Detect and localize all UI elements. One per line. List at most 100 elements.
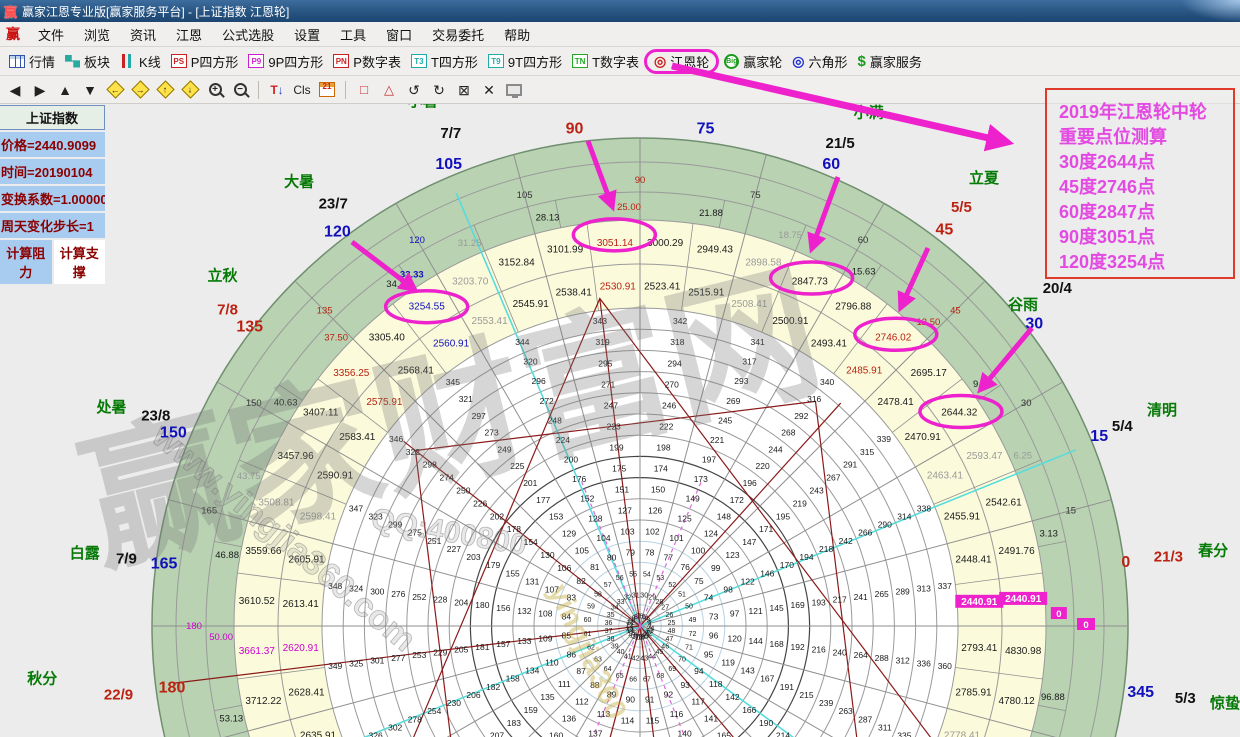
rotate-ccw-button[interactable]: ↺ [405, 81, 423, 99]
svg-text:30: 30 [640, 593, 648, 600]
presentation-button[interactable] [505, 81, 523, 99]
menu-item-0[interactable]: 文件 [28, 23, 74, 46]
menu-item-6[interactable]: 工具 [330, 23, 376, 46]
pan-up-button[interactable]: ↑ [156, 81, 174, 99]
toolbar-button-T数字表[interactable]: TNT数字表 [567, 50, 644, 73]
svg-text:131: 131 [525, 576, 539, 586]
svg-text:小暑: 小暑 [408, 104, 438, 110]
svg-text:2613.41: 2613.41 [283, 599, 320, 610]
svg-text:小满: 小满 [854, 104, 884, 122]
cross-tool-button[interactable]: ✕ [480, 81, 498, 99]
svg-text:144: 144 [749, 636, 763, 646]
menu-bar: 赢 文件浏览资讯江恩公式选股设置工具窗口交易委托帮助 [0, 22, 1240, 47]
menu-item-3[interactable]: 江恩 [166, 23, 212, 46]
toolbar-button-板块[interactable]: 板块 [60, 50, 115, 73]
svg-text:266: 266 [858, 528, 872, 538]
svg-text:302: 302 [388, 722, 402, 732]
menu-item-7[interactable]: 窗口 [376, 23, 422, 46]
svg-text:241: 241 [854, 592, 868, 602]
delete-box-button[interactable]: ⊠ [455, 81, 473, 99]
info-row-0: 价格=2440.9099 [0, 132, 105, 157]
menu-item-4[interactable]: 公式选股 [212, 23, 284, 46]
svg-text:57: 57 [604, 582, 612, 589]
titlebar-glow [1180, 0, 1240, 22]
svg-text:291: 291 [843, 460, 857, 470]
svg-text:60: 60 [822, 156, 840, 173]
svg-text:278: 278 [408, 714, 422, 724]
time-sort-button[interactable]: T↓ [268, 81, 286, 99]
svg-text:80: 80 [607, 552, 617, 562]
svg-text:148: 148 [717, 512, 731, 522]
menu-item-2[interactable]: 资讯 [120, 23, 166, 46]
svg-text:219: 219 [793, 498, 807, 508]
diamond-arrow-icon: ↑ [156, 80, 174, 98]
svg-text:春分: 春分 [1198, 542, 1228, 560]
back-button[interactable]: ◀ [6, 81, 24, 99]
scale-down-button[interactable]: ▼ [81, 81, 99, 99]
menu-item-1[interactable]: 浏览 [74, 23, 120, 46]
toolbar-button-赢家服务[interactable]: $赢家服务 [853, 50, 927, 73]
svg-text:96: 96 [709, 631, 719, 641]
zoom-in-button[interactable]: + [206, 81, 224, 99]
svg-text:56: 56 [616, 575, 624, 582]
svg-text:74: 74 [704, 593, 714, 603]
info-row-3: 周天变化步长=1 [0, 213, 105, 238]
toolbar-button-P四方形[interactable]: PSP四方形 [166, 50, 244, 73]
menu-item-5[interactable]: 设置 [284, 23, 330, 46]
svg-text:136: 136 [562, 714, 576, 724]
svg-text:3152.84: 3152.84 [499, 257, 536, 268]
svg-text:239: 239 [819, 698, 833, 708]
forward-button[interactable]: ▶ [31, 81, 49, 99]
svg-text:153: 153 [549, 512, 563, 522]
svg-text:337: 337 [938, 581, 952, 591]
scale-up-button[interactable]: ▲ [56, 81, 74, 99]
svg-text:2644.32: 2644.32 [941, 408, 978, 419]
main-toolbar: 行情板块K线PSP四方形P99P四方形PNP数字表T3T四方形T99T四方形TN… [0, 47, 1240, 76]
svg-text:白露: 白露 [70, 544, 101, 562]
svg-text:2746.02: 2746.02 [875, 332, 912, 343]
svg-text:135: 135 [317, 306, 333, 317]
toolbar-button-9P四方形[interactable]: P99P四方形 [243, 50, 328, 73]
svg-text:265: 265 [875, 589, 889, 599]
toolbar-button-label: 行情 [29, 52, 55, 71]
pan-down-button[interactable]: ↓ [181, 81, 199, 99]
toolbar-button-六角形[interactable]: ◎六角形 [787, 50, 852, 73]
svg-text:190: 190 [759, 718, 773, 728]
svg-text:287: 287 [858, 714, 872, 724]
svg-text:31: 31 [632, 593, 640, 600]
svg-text:5/3: 5/3 [1175, 690, 1196, 707]
svg-text:惊蛰: 惊蛰 [1210, 694, 1240, 712]
svg-text:25.00: 25.00 [617, 202, 641, 213]
svg-text:53.13: 53.13 [219, 714, 243, 725]
zoom-out-button[interactable]: − [231, 81, 249, 99]
pan-right-button[interactable]: → [131, 81, 149, 99]
calc-support-button[interactable]: 计算支撑 [54, 240, 106, 284]
svg-text:119: 119 [721, 658, 735, 668]
svg-text:49: 49 [689, 617, 697, 624]
toolbar-button-P数字表[interactable]: PNP数字表 [328, 50, 406, 73]
svg-text:112: 112 [575, 697, 589, 707]
menu-item-8[interactable]: 交易委托 [422, 23, 494, 46]
svg-text:146: 146 [760, 568, 774, 578]
menu-item-9[interactable]: 帮助 [494, 23, 540, 46]
svg-text:43: 43 [640, 656, 648, 663]
svg-text:326: 326 [369, 731, 383, 737]
svg-text:338: 338 [917, 503, 931, 513]
draw-rect-button[interactable]: □ [355, 81, 373, 99]
svg-text:173: 173 [694, 474, 708, 484]
toolbar-button-9T四方形[interactable]: T99T四方形 [483, 50, 567, 73]
calendar-button[interactable]: 21 [318, 81, 336, 99]
pan-left-button[interactable]: ← [106, 81, 124, 99]
toolbar-button-江恩轮[interactable]: ◎江恩轮 [644, 49, 719, 74]
cls-button[interactable]: Cls [293, 81, 311, 99]
sector-blocks-icon [65, 55, 80, 68]
toolbar-button-赢家轮[interactable]: Big赢家轮 [719, 50, 787, 73]
PN-box-icon: PN [333, 54, 349, 68]
toolbar-button-行情[interactable]: 行情 [4, 50, 60, 73]
rotate-cw-button[interactable]: ↻ [430, 81, 448, 99]
svg-text:135: 135 [540, 692, 554, 702]
toolbar-button-K线[interactable]: K线 [115, 50, 166, 73]
calc-resistance-button[interactable]: 计算阻力 [0, 240, 52, 284]
toolbar-button-T四方形[interactable]: T3T四方形 [406, 50, 483, 73]
draw-triangle-button[interactable]: △ [380, 81, 398, 99]
